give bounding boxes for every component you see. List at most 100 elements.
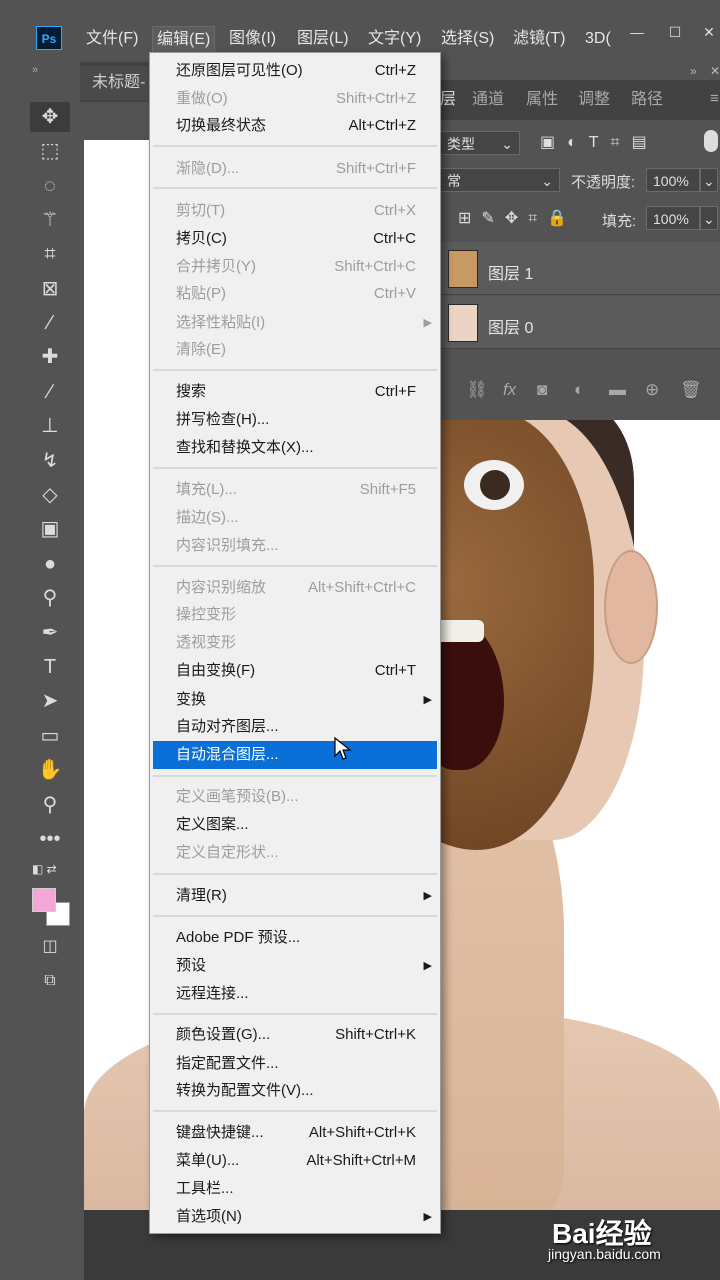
menu-item-search[interactable]: 搜索 Ctrl+F [150,378,440,406]
zoom-tool-icon[interactable]: ⚲ [30,790,70,820]
menu-item-auto-align-layers[interactable]: 自动对齐图层... [150,713,440,741]
panel-menu-icon[interactable]: ≡ [710,90,719,107]
history-brush-tool-icon[interactable]: ↯ [30,446,70,476]
layer-1-name[interactable]: 图层 1 [488,260,533,284]
menu-item-remote-connections[interactable]: 远程连接... [150,980,440,1008]
menu-item-undo[interactable]: 还原图层可见性(O) Ctrl+Z [150,57,440,85]
menu-item-define-shape[interactable]: 定义自定形状... [150,839,440,867]
filter-toggle-icon[interactable] [704,130,718,152]
new-layer-icon[interactable]: ⊕ [645,380,659,400]
menu-item-assign-profile[interactable]: 指定配置文件... [150,1050,440,1078]
move-tool-icon[interactable]: ✥ [30,102,70,132]
panel-collapse-icon[interactable]: » [690,64,697,78]
adjustment-layer-icon[interactable]: ◐ [574,380,584,400]
path-selection-tool-icon[interactable]: ➤ [30,686,70,716]
marquee-tool-icon[interactable]: ⬚ [30,136,70,166]
menu-item-color-settings[interactable]: 颜色设置(G)... Shift+Ctrl+K [150,1021,440,1049]
menu-item-menus[interactable]: 菜单(U)... Alt+Shift+Ctrl+M [150,1147,440,1175]
panel-close-icon[interactable]: ✕ [710,64,720,78]
screen-mode-icon[interactable]: ⧉ [30,966,70,996]
menu-item-cut[interactable]: 剪切(T) Ctrl+X [150,197,440,225]
filter-icons[interactable]: ▣◐T⌗▤ [540,132,659,152]
menu-file[interactable]: 文件(F) [82,26,142,52]
fill-chevron-icon[interactable]: ⌄ [700,206,718,230]
menu-item-paste-special[interactable]: 选择性粘贴(I) ▶ [150,309,440,337]
minimize-icon[interactable]: — [618,18,656,46]
menu-select[interactable]: 选择(S) [437,26,498,52]
menu-item-paste[interactable]: 粘贴(P) Ctrl+V [150,280,440,308]
document-tab[interactable]: 未标题- [80,66,158,100]
tab-properties[interactable]: 属性 [526,86,558,114]
brush-tool-icon[interactable]: ∕ [30,377,70,407]
menu-item-puppet-warp[interactable]: 操控变形 [150,601,440,629]
menu-item-define-pattern[interactable]: 定义图案... [150,811,440,839]
clone-stamp-tool-icon[interactable]: ⊥ [30,411,70,441]
rectangle-tool-icon[interactable]: ▭ [30,721,70,751]
magic-wand-tool-icon[interactable]: ⚚ [30,205,70,235]
tab-adjustments[interactable]: 调整 [578,86,610,114]
tab-paths[interactable]: 路径 [631,86,663,114]
collapse-icon[interactable]: » [32,64,38,76]
default-colors-icon[interactable]: ◧ ⇄ [32,862,57,876]
blur-tool-icon[interactable]: ● [30,549,70,579]
tab-layers[interactable]: 层 [440,86,456,114]
blend-mode-select[interactable]: 常 ⌄ [440,168,560,192]
menu-image[interactable]: 图像(I) [225,26,280,52]
healing-brush-tool-icon[interactable]: ✚ [30,342,70,372]
menu-edit[interactable]: 编辑(E) [152,26,216,54]
type-tool-icon[interactable]: T [30,652,70,682]
close-icon[interactable]: ✕ [690,18,720,46]
dodge-tool-icon[interactable]: ⚲ [30,583,70,613]
layer-0-name[interactable]: 图层 0 [488,314,533,338]
fx-icon[interactable]: fx [503,380,516,400]
crop-tool-icon[interactable]: ⌗ [30,239,70,269]
eraser-tool-icon[interactable]: ◇ [30,480,70,510]
menu-item-redo[interactable]: 重做(O) Shift+Ctrl+Z [150,85,440,113]
menu-item-pdf-presets[interactable]: Adobe PDF 预设... [150,924,440,952]
layer-row-0[interactable] [438,296,720,349]
pen-tool-icon[interactable]: ✒ [30,618,70,648]
menu-item-presets[interactable]: 预设 ▶ [150,952,440,980]
menu-item-purge[interactable]: 清理(R) ▶ [150,882,440,910]
menu-item-preferences[interactable]: 首选项(N) ▶ [150,1203,440,1231]
menu-item-content-aware-scale[interactable]: 内容识别缩放 Alt+Shift+Ctrl+C [150,574,440,602]
menu-item-spell-check[interactable]: 拼写检查(H)... [150,406,440,434]
menu-item-convert-profile[interactable]: 转换为配置文件(V)... [150,1077,440,1105]
layer-row-1[interactable] [438,242,720,295]
menu-item-find-replace[interactable]: 查找和替换文本(X)... [150,434,440,462]
maximize-icon[interactable]: ☐ [656,18,694,46]
menu-item-toolbar[interactable]: 工具栏... [150,1175,440,1203]
fill-field[interactable]: 100% [646,206,700,230]
menu-item-keyboard-shortcuts[interactable]: 键盘快捷键... Alt+Shift+Ctrl+K [150,1119,440,1147]
frame-tool-icon[interactable]: ⊠ [30,274,70,304]
opacity-field[interactable]: 100% [646,168,700,192]
menu-item-copy[interactable]: 拷贝(C) Ctrl+C [150,225,440,253]
layer-filter-select[interactable]: 类型 ⌄ [440,131,520,155]
trash-icon[interactable]: 🗑 [680,380,702,400]
mask-icon[interactable]: ◙ [537,380,547,400]
menu-item-stroke[interactable]: 描边(S)... [150,504,440,532]
menu-item-fill[interactable]: 填充(L)... Shift+F5 [150,476,440,504]
menu-item-copy-merged[interactable]: 合并拷贝(Y) Shift+Ctrl+C [150,253,440,281]
hand-tool-icon[interactable]: ✋ [30,755,70,785]
menu-item-free-transform[interactable]: 自由变换(F) Ctrl+T [150,657,440,685]
menu-item-clear[interactable]: 清除(E) [150,336,440,364]
foreground-color-swatch[interactable] [32,888,56,912]
lasso-tool-icon[interactable]: ◌ [30,171,70,201]
menu-item-content-aware-fill[interactable]: 内容识别填充... [150,532,440,560]
menu-item-toggle-last-state[interactable]: 切换最终状态 Alt+Ctrl+Z [150,112,440,140]
menu-layer[interactable]: 图层(L) [293,26,353,52]
menu-item-auto-blend-layers[interactable]: 自动混合图层... [153,741,437,769]
menu-filter[interactable]: 滤镜(T) [509,26,569,52]
menu-item-transform[interactable]: 变换 ▶ [150,686,440,714]
menu-item-define-brush[interactable]: 定义画笔预设(B)... [150,783,440,811]
menu-item-fade[interactable]: 渐隐(D)... Shift+Ctrl+F [150,155,440,183]
gradient-tool-icon[interactable]: ▣ [30,514,70,544]
lock-icons[interactable]: ⊞✎✥⌗🔒 [458,208,577,228]
opacity-chevron-icon[interactable]: ⌄ [700,168,718,192]
link-layers-icon[interactable]: ⛓ [466,380,488,400]
menu-3d[interactable]: 3D( [581,26,615,52]
menu-type[interactable]: 文字(Y) [364,26,425,52]
tab-channels[interactable]: 通道 [472,86,504,114]
more-tools-icon[interactable]: ••• [30,824,70,854]
